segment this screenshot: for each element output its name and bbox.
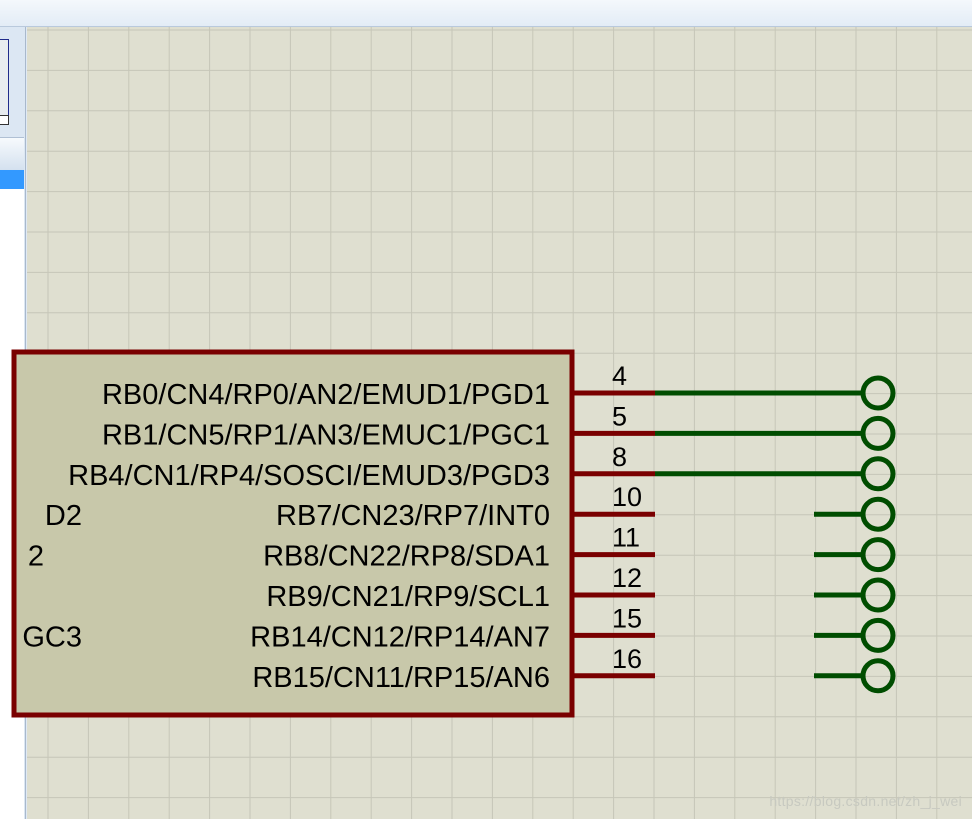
pin-number: 16	[612, 644, 642, 674]
pin-number: 12	[612, 563, 642, 593]
pin-label: RB4/CN1/RP4/SOSCI/EMUD3/PGD3	[68, 460, 550, 492]
pin-label: RB8/CN22/RP8/SDA1	[263, 541, 550, 573]
pin-label: RB7/CN23/RP7/INT0	[276, 500, 550, 532]
pin-label: RB1/CN5/RP1/AN3/EMUC1/PGC1	[102, 419, 550, 451]
pin-number: 15	[612, 603, 642, 633]
schematic-canvas[interactable]: RB0/CN4/RP0/AN2/EMUD1/PGD1 4 RB1/CN5/RP1/A…	[0, 0, 972, 819]
microcontroller-component[interactable]: RB0/CN4/RP0/AN2/EMUD1/PGD1 4 RB1/CN5/RP1/A…	[11, 349, 655, 718]
pin-label: RB0/CN4/RP0/AN2/EMUD1/PGD1	[102, 379, 550, 411]
pin-number: 10	[612, 482, 642, 512]
pin-label: RB14/CN12/RP14/AN7	[250, 621, 550, 653]
pin-number: 5	[612, 401, 627, 431]
clipped-pin-label: GC3	[22, 621, 82, 653]
pin-number: 8	[612, 442, 627, 472]
pin-number: 11	[612, 523, 640, 553]
pin-label: RB9/CN21/RP9/SCL1	[266, 581, 550, 613]
pin-label: RB15/CN11/RP15/AN6	[252, 662, 550, 694]
watermark-text: https://blog.csdn.net/zh_j_wei	[769, 793, 962, 809]
clipped-pin-label: D2	[45, 500, 82, 532]
clipped-pin-label: 2	[28, 541, 44, 573]
pin-number: 4	[612, 361, 627, 391]
